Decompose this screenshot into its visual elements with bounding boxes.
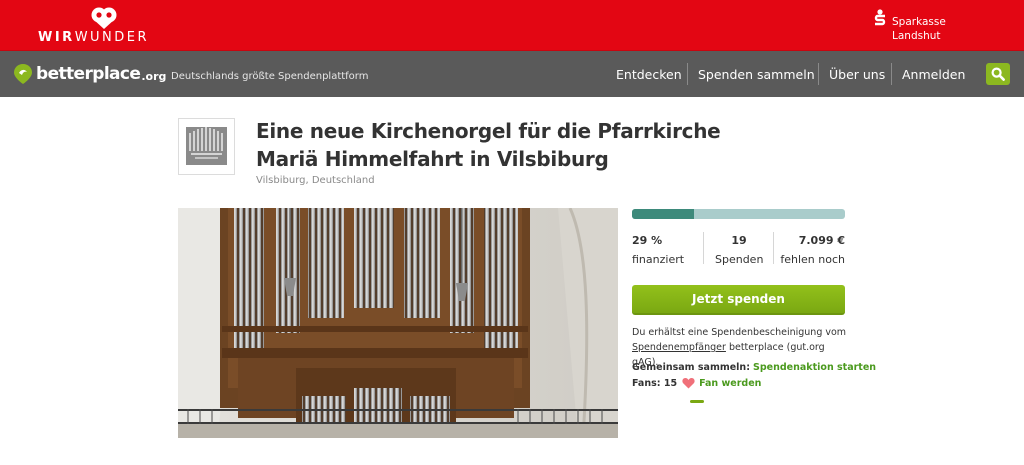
fan-link-underline — [690, 400, 704, 403]
sparkasse-icon — [874, 9, 886, 26]
nav-link-spenden-sammeln[interactable]: Spenden sammeln — [698, 67, 815, 82]
betterplace-logo[interactable]: betterplace .org — [13, 61, 166, 87]
missing-label: fehlen noch — [780, 253, 845, 266]
partner-name-line1: Sparkasse — [892, 16, 946, 28]
sparkasse-logo[interactable]: Sparkasse Landshut — [873, 9, 983, 43]
nav-divider — [687, 63, 688, 85]
nav-link-entdecken[interactable]: Entdecken — [616, 67, 682, 82]
fans-row: Fans: 15 Fan werden — [632, 377, 761, 389]
main-navigation: betterplace .org Deutschlands größte Spe… — [0, 51, 1024, 97]
stat-missing: 7.099 € fehlen noch — [780, 234, 845, 266]
project-photo[interactable] — [178, 208, 618, 438]
wirwunder-wordmark: WIRWUNDER — [38, 30, 150, 45]
church-organ-image — [178, 208, 618, 438]
stat-donations: 19 Spenden — [715, 234, 763, 266]
collect-together-row: Gemeinsam sammeln: Spendenaktion starten — [632, 362, 876, 373]
stat-divider — [773, 232, 774, 264]
receipt-text: Du erhältst eine Spendenbescheinigung vo… — [632, 327, 847, 338]
donate-button[interactable]: Jetzt spenden — [632, 285, 845, 315]
search-button[interactable] — [986, 63, 1010, 85]
donations-count: 19 — [731, 234, 747, 247]
start-fundraiser-link[interactable]: Spendenaktion starten — [753, 362, 876, 373]
missing-amount: 7.099 € — [798, 234, 845, 247]
search-icon — [991, 67, 1005, 81]
fans-count: Fans: 15 — [632, 377, 678, 389]
nav-divider — [818, 63, 819, 85]
betterplace-pin-icon — [14, 64, 32, 84]
funding-progress-fill — [632, 209, 694, 219]
stat-funded: 29 % finanziert — [632, 234, 684, 266]
funding-progress-bar — [632, 209, 845, 219]
heart-pin-icon — [91, 7, 117, 29]
heart-icon — [682, 377, 695, 389]
funded-percent: 29 % — [632, 234, 663, 247]
project-title: Eine neue Kirchenorgel für die Pfarrkirc… — [256, 119, 721, 171]
organisation-logo[interactable] — [178, 118, 235, 175]
organ-logo-image — [179, 119, 234, 174]
logo-tld: .org — [141, 69, 167, 83]
wirwunder-header: WIRWUNDER Sparkasse Landshut — [0, 0, 1024, 51]
become-fan-link[interactable]: Fan werden — [699, 378, 761, 389]
nav-divider — [891, 63, 892, 85]
logo-wordmark: betterplace — [36, 64, 141, 84]
nav-link-ueber-uns[interactable]: Über uns — [829, 67, 885, 82]
nav-link-anmelden[interactable]: Anmelden — [902, 67, 965, 82]
wirwunder-logo[interactable]: WIRWUNDER — [38, 4, 147, 48]
site-tagline: Deutschlands größte Spendenplattform — [171, 71, 369, 82]
project-location: Vilsbiburg, Deutschland — [256, 175, 375, 186]
partner-name-line2: Landshut — [892, 30, 941, 42]
stat-divider — [703, 232, 704, 264]
recipient-link[interactable]: Spendenempfänger — [632, 342, 726, 353]
funded-label: finanziert — [632, 253, 685, 266]
donations-label: Spenden — [715, 253, 764, 266]
collect-label: Gemeinsam sammeln: — [632, 362, 750, 373]
